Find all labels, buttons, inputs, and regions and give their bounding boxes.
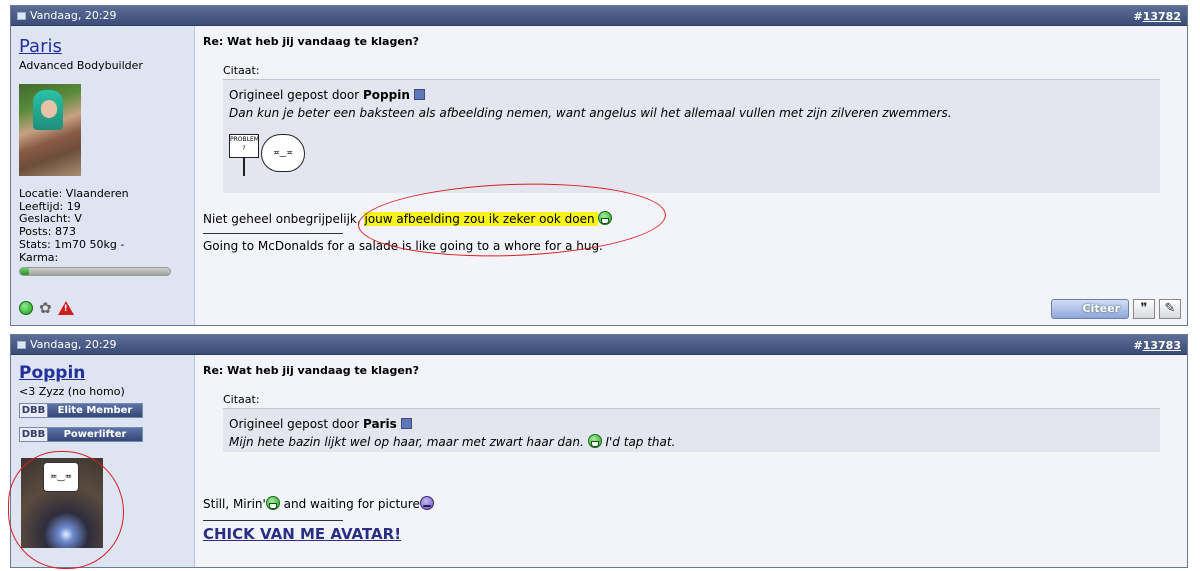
karma-bar — [19, 267, 171, 277]
user-title: Advanced Bodybuilder — [19, 59, 143, 72]
quote-button[interactable]: Citeer — [1051, 299, 1129, 319]
stat-location: Locatie: Vlaanderen — [19, 187, 129, 200]
grin-smiley-icon — [587, 434, 602, 448]
post-body: Still, Mirin' and waiting for picture — [203, 496, 1179, 512]
badge-powerlifter: DBB Powerlifter — [19, 427, 143, 442]
quote-author-line: Origineel gepost door Paris — [229, 415, 1154, 433]
quote-author: Poppin — [362, 88, 410, 102]
post-header: Vandaag, 20:29 #13783 — [11, 335, 1187, 355]
post-icon — [17, 340, 26, 349]
post-message: Re: Wat heb jij vandaag te klagen? Citaa… — [195, 26, 1187, 325]
quote-text: Mijn hete bazin lijkt wel op haar, maar … — [229, 434, 676, 449]
badge-elite-member: DBB Elite Member — [19, 403, 143, 418]
quote-block: Citaat: Origineel gepost door Paris Mijn… — [223, 393, 1160, 452]
signature-divider — [203, 520, 343, 521]
multi-quote-icon[interactable]: ❞ — [1133, 299, 1155, 319]
post-header: Vandaag, 20:29 #13782 — [11, 6, 1187, 26]
post-13783: Vandaag, 20:29 #13783 Poppin <3 Zyzz (no… — [10, 334, 1188, 568]
post-13782: Vandaag, 20:29 #13782 Paris Advanced Bod… — [10, 5, 1188, 326]
view-post-arrow-icon[interactable] — [413, 89, 425, 100]
sad-smiley-icon — [419, 496, 434, 510]
quote-author: Paris — [362, 417, 397, 431]
post-title: Re: Wat heb jij vandaag te klagen? — [203, 364, 419, 377]
post-number-link[interactable]: 13782 — [1143, 10, 1181, 23]
avatar[interactable] — [19, 84, 81, 176]
signature: Going to McDonalds for a salade is like … — [203, 239, 603, 253]
grin-smiley-icon — [598, 211, 613, 225]
karma-fill — [20, 268, 29, 276]
edit-icon[interactable]: ✎ — [1159, 299, 1181, 319]
signature-divider — [203, 233, 343, 234]
user-icons: ✿ ! — [19, 301, 74, 316]
quote-label: Citaat: — [223, 64, 260, 77]
report-warning-icon[interactable]: ! — [57, 301, 74, 315]
troll-face-icon: ≖‿≖ — [261, 134, 305, 172]
quote-box: Origineel gepost door Poppin Dan kun je … — [223, 79, 1160, 193]
user-stats: Locatie: Vlaanderen Leeftijd: 19 Geslach… — [19, 187, 186, 264]
grin-smiley-icon — [265, 496, 280, 510]
online-status-icon — [19, 301, 33, 315]
post-icon — [17, 11, 26, 20]
stat-body: Stats: 1m70 50kg - — [19, 237, 125, 251]
user-title: <3 Zyzz (no homo) — [19, 385, 125, 398]
reputation-icon[interactable]: ✿ — [39, 301, 52, 316]
quote-box: Origineel gepost door Paris Mijn hete ba… — [223, 408, 1160, 452]
stat-posts: Posts: 873 — [19, 225, 76, 239]
problem-sign: PROBLEM ? — [229, 134, 259, 158]
user-info: Paris Advanced Bodybuilder Locatie: Vlaa… — [11, 26, 195, 325]
highlighted-text: jouw afbeelding zou ik zeker ook doen — [364, 212, 595, 226]
quote-author-line: Origineel gepost door Poppin — [229, 86, 1154, 104]
troll-face-icon: ≖‿≖ — [43, 462, 79, 492]
post-body: Niet geheel onbegrijpelijk, jouw afbeeld… — [203, 211, 1179, 227]
post-time: Vandaag, 20:29 — [30, 9, 117, 22]
post-number-link[interactable]: 13783 — [1143, 339, 1181, 352]
quote-text: Dan kun je beter een baksteen als afbeel… — [229, 106, 952, 120]
quote-label: Citaat: — [223, 393, 260, 406]
avatar[interactable]: ≖‿≖ — [21, 458, 103, 548]
username-link[interactable]: Paris — [19, 36, 62, 57]
view-post-arrow-icon[interactable] — [400, 418, 412, 429]
post-message: Re: Wat heb jij vandaag te klagen? Citaa… — [195, 355, 1187, 567]
post-buttons: Citeer ❞ ✎ — [1051, 299, 1181, 319]
stat-karma-label: Karma: — [19, 250, 59, 264]
signature-link[interactable]: CHICK VAN ME AVATAR! — [203, 525, 401, 543]
post-title: Re: Wat heb jij vandaag te klagen? — [203, 35, 419, 48]
quote-block: Citaat: Origineel gepost door Poppin Dan… — [223, 64, 1160, 193]
problem-troll-image: PROBLEM ? ≖‿≖ — [229, 132, 309, 178]
user-info: Poppin <3 Zyzz (no homo) DBB Elite Membe… — [11, 355, 195, 567]
username-link[interactable]: Poppin — [19, 363, 85, 383]
post-number: #13782 — [1133, 10, 1182, 23]
post-time: Vandaag, 20:29 — [30, 338, 117, 351]
post-number: #13783 — [1133, 339, 1182, 352]
